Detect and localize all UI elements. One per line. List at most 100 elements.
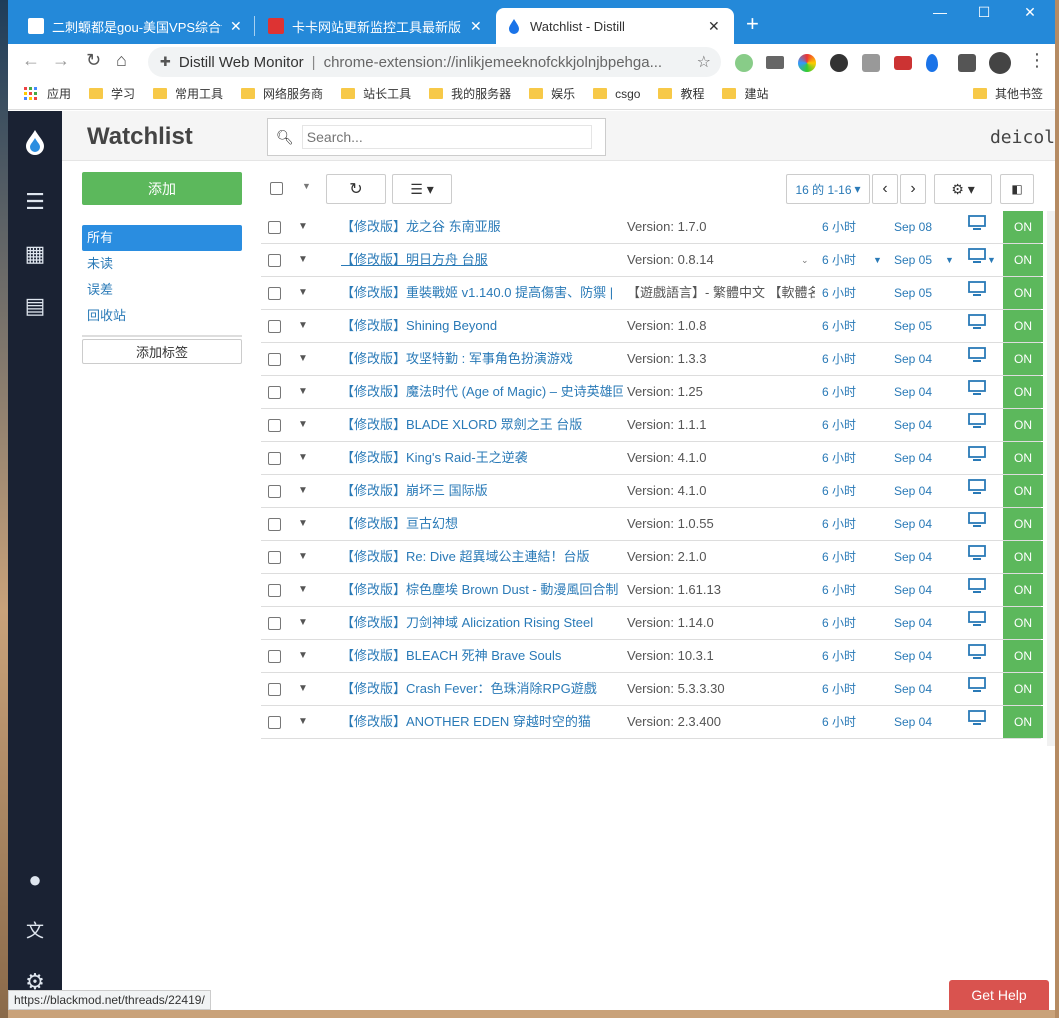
check-interval[interactable]: 6 小时 xyxy=(822,475,862,507)
star-icon[interactable]: ☆ xyxy=(697,52,711,72)
get-help-button[interactable]: Get Help xyxy=(949,980,1049,1010)
monitor-name-link[interactable]: 【修改版】亘古幻想 xyxy=(341,508,623,540)
monitor-icon[interactable] xyxy=(968,277,990,309)
extension-icon[interactable] xyxy=(735,54,753,72)
forward-arrow-icon[interactable]: → xyxy=(52,50,70,71)
monitor-name-link[interactable]: 【修改版】BLADE XLORD 眾劍之王 台版 xyxy=(341,409,623,441)
monitor-name-link[interactable]: 【修改版】重裝戰姬 v1.140.0 提高傷害、防禦 | xyxy=(341,277,623,309)
table-row[interactable]: ▼ 【修改版】崩坏三 国际版 Version: 4.1.0 6 小时 Sep 04 ON xyxy=(261,475,1043,508)
chevron-down-icon[interactable]: ▼ xyxy=(298,673,310,705)
monitor-name-link[interactable]: 【修改版】魔法时代 (Age of Magic) – 史诗英雄回 xyxy=(341,376,623,408)
address-bar[interactable]: ✚ Distill Web Monitor | chrome-extension… xyxy=(148,47,721,77)
status-toggle[interactable]: ON xyxy=(1003,211,1043,243)
collapse-panel-button[interactable]: ◧ xyxy=(1000,174,1034,204)
status-toggle[interactable]: ON xyxy=(1003,376,1043,408)
bookmark-folder[interactable]: 网络服务商 xyxy=(241,85,323,102)
table-row[interactable]: ▼ 【修改版】BLADE XLORD 眾劍之王 台版 Version: 1.1.1 6… xyxy=(261,409,1043,442)
distill-logo-icon[interactable] xyxy=(24,129,46,155)
actions-menu-button[interactable]: ☰ ▾ xyxy=(392,174,452,204)
list-icon[interactable]: ☰ xyxy=(8,189,62,215)
chevron-down-icon[interactable]: ▼ xyxy=(945,244,955,276)
add-label-button[interactable]: 添加标签 xyxy=(82,339,242,364)
table-row[interactable]: ▼ 【修改版】刀剑神域 Alicization Rising Steel Versi… xyxy=(261,607,1043,640)
chevron-down-icon[interactable]: ▼ xyxy=(298,442,310,474)
check-interval[interactable]: 6 小时 xyxy=(822,244,862,276)
status-toggle[interactable]: ON xyxy=(1003,706,1043,738)
bookmark-folder[interactable]: 站长工具 xyxy=(341,85,411,102)
check-interval[interactable]: 6 小时 xyxy=(822,574,862,606)
ghost-icon[interactable] xyxy=(830,54,848,72)
monitor-icon[interactable] xyxy=(968,310,990,342)
monitor-name-link[interactable]: 【修改版】King's Raid-王之逆袭 xyxy=(341,442,623,474)
tab-3-active[interactable]: Watchlist - Distill ✕ xyxy=(496,8,734,44)
check-interval[interactable]: 6 小时 xyxy=(822,376,862,408)
monitor-icon[interactable] xyxy=(968,607,990,639)
monitor-name-link[interactable]: 【修改版】刀剑神域 Alicization Rising Steel xyxy=(341,607,623,639)
monitor-icon[interactable] xyxy=(968,475,990,507)
row-checkbox[interactable] xyxy=(268,320,281,333)
check-interval[interactable]: 6 小时 xyxy=(822,673,862,705)
chart-icon[interactable]: ▦ xyxy=(8,241,62,267)
status-toggle[interactable]: ON xyxy=(1003,442,1043,474)
monitor-name-link[interactable]: 【修改版】Shining Beyond xyxy=(341,310,623,342)
monitor-icon[interactable] xyxy=(968,640,990,672)
new-tab-button[interactable]: + xyxy=(746,12,759,36)
avatar[interactable] xyxy=(989,52,1011,74)
bookmark-folder[interactable]: 常用工具 xyxy=(153,85,223,102)
monitor-name-link[interactable]: 【修改版】明日方舟 台服 xyxy=(341,244,623,276)
status-toggle[interactable]: ON xyxy=(1003,508,1043,540)
reload-icon[interactable]: ↻ xyxy=(86,50,101,71)
table-row[interactable]: ▼ 【修改版】Shining Beyond Version: 1.0.8 6 小时 Se… xyxy=(261,310,1043,343)
chevron-down-icon[interactable]: ▼ xyxy=(298,376,310,408)
last-change-date[interactable]: Sep 04 xyxy=(894,607,938,639)
last-change-date[interactable]: Sep 04 xyxy=(894,442,938,474)
table-row[interactable]: ▼ 【修改版】King's Raid-王之逆袭 Version: 4.1.0 6 小时… xyxy=(261,442,1043,475)
table-row[interactable]: ▼ 【修改版】BLEACH 死神 Brave Souls Version: 10.3… xyxy=(261,640,1043,673)
bookmark-folder[interactable]: 学习 xyxy=(89,85,135,102)
monitor-icon[interactable] xyxy=(968,541,990,573)
filter-errors[interactable]: 误差 xyxy=(82,277,242,303)
chevron-down-icon[interactable]: ▼ xyxy=(298,211,310,243)
filter-unread[interactable]: 未读 xyxy=(82,251,242,277)
mail-icon[interactable] xyxy=(766,56,784,69)
monitor-name-link[interactable]: 【修改版】攻坚特勤 : 军事角色扮演游戏 xyxy=(341,343,623,375)
bookmark-folder[interactable]: csgo xyxy=(593,87,640,101)
chevron-down-icon[interactable]: ▼ xyxy=(298,541,310,573)
monitor-name-link[interactable]: 【修改版】棕色塵埃 Brown Dust - 動漫風回合制 xyxy=(341,574,623,606)
status-toggle[interactable]: ON xyxy=(1003,277,1043,309)
monitor-icon[interactable] xyxy=(968,442,990,474)
check-interval[interactable]: 6 小时 xyxy=(822,310,862,342)
extension-icon[interactable] xyxy=(894,56,912,70)
status-toggle[interactable]: ON xyxy=(1003,673,1043,705)
check-interval[interactable]: 6 小时 xyxy=(822,706,862,738)
chevron-down-icon[interactable]: ▼ xyxy=(302,181,311,191)
chevron-down-icon[interactable]: ▼ xyxy=(298,706,310,738)
status-toggle[interactable]: ON xyxy=(1003,574,1043,606)
row-checkbox[interactable] xyxy=(268,716,281,729)
last-change-date[interactable]: Sep 04 xyxy=(894,376,938,408)
table-row[interactable]: ▼ 【修改版】重裝戰姬 v1.140.0 提高傷害、防禦 | 【遊戲語言】- 繁體中… xyxy=(261,277,1043,310)
monitor-name-link[interactable]: 【修改版】Re: Dive 超異域公主連結！台版 xyxy=(341,541,623,573)
row-checkbox[interactable] xyxy=(268,353,281,366)
chevron-down-icon[interactable]: ▼ xyxy=(298,640,310,672)
puzzle-icon[interactable] xyxy=(958,54,976,72)
pagination-dropdown[interactable]: 16 的 1-16 ▾ xyxy=(786,174,870,204)
row-checkbox[interactable] xyxy=(268,221,281,234)
table-row[interactable]: ▼ 【修改版】Re: Dive 超異域公主連結！台版 Version: 2.1.0 6… xyxy=(261,541,1043,574)
status-toggle[interactable]: ON xyxy=(1003,343,1043,375)
last-change-date[interactable]: Sep 04 xyxy=(894,673,938,705)
translate-icon[interactable]: 文 xyxy=(8,917,62,943)
status-toggle[interactable]: ON xyxy=(1003,640,1043,672)
monitor-icon[interactable] xyxy=(968,376,990,408)
table-row[interactable]: ▼ 【修改版】棕色塵埃 Brown Dust - 動漫風回合制 Version: 1… xyxy=(261,574,1043,607)
chat-icon[interactable]: ● xyxy=(8,867,62,893)
bookmark-apps[interactable]: 应用 xyxy=(24,85,71,102)
last-change-date[interactable]: Sep 05 xyxy=(894,310,938,342)
table-row[interactable]: ▼ 【修改版】龙之谷 东南亚服 Version: 1.7.0 6 小时 Sep 08 ON xyxy=(261,211,1043,244)
status-toggle[interactable]: ON xyxy=(1003,409,1043,441)
row-checkbox[interactable] xyxy=(268,584,281,597)
table-row[interactable]: ▼ 【修改版】亘古幻想 Version: 1.0.55 6 小时 Sep 04 ON xyxy=(261,508,1043,541)
chevron-down-icon[interactable]: ▼ xyxy=(298,574,310,606)
check-interval[interactable]: 6 小时 xyxy=(822,277,862,309)
back-arrow-icon[interactable]: ← xyxy=(22,50,40,71)
